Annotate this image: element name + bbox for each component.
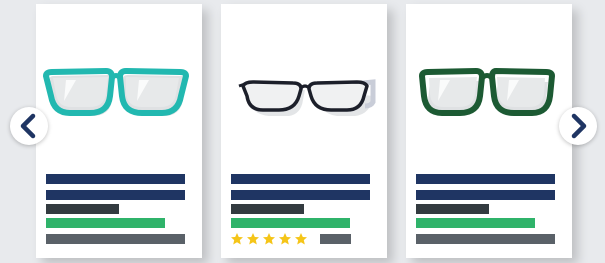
carousel-prev-button[interactable] <box>10 107 48 145</box>
product-title-bar <box>231 174 370 184</box>
star-icon <box>279 233 291 245</box>
product-subtitle-bar <box>416 204 489 214</box>
glasses-image <box>238 79 376 116</box>
product-price-bar <box>231 218 350 228</box>
star-rating <box>230 232 308 246</box>
product-card[interactable] <box>221 4 387 258</box>
product-subtitle-bar <box>46 204 119 214</box>
product-title-bar <box>416 190 555 200</box>
glasses-image <box>419 68 555 116</box>
glasses-image <box>43 68 189 116</box>
product-price-bar <box>46 218 165 228</box>
rating-count-bar <box>320 234 351 244</box>
product-action-bar[interactable] <box>416 234 555 244</box>
product-card[interactable] <box>406 4 572 258</box>
star-icon <box>263 233 275 245</box>
product-title-bar <box>46 174 185 184</box>
product-action-bar[interactable] <box>46 234 185 244</box>
star-icon <box>231 233 243 245</box>
star-icon <box>247 233 259 245</box>
star-icon <box>295 233 307 245</box>
product-title-bar <box>416 174 555 184</box>
product-title-bar <box>231 190 370 200</box>
chevron-right-icon <box>571 113 587 139</box>
product-subtitle-bar <box>231 204 304 214</box>
carousel-next-button[interactable] <box>559 107 597 145</box>
product-card[interactable] <box>36 4 202 258</box>
chevron-left-icon <box>20 113 36 139</box>
product-carousel <box>0 0 605 263</box>
product-price-bar <box>416 218 535 228</box>
product-title-bar <box>46 190 185 200</box>
